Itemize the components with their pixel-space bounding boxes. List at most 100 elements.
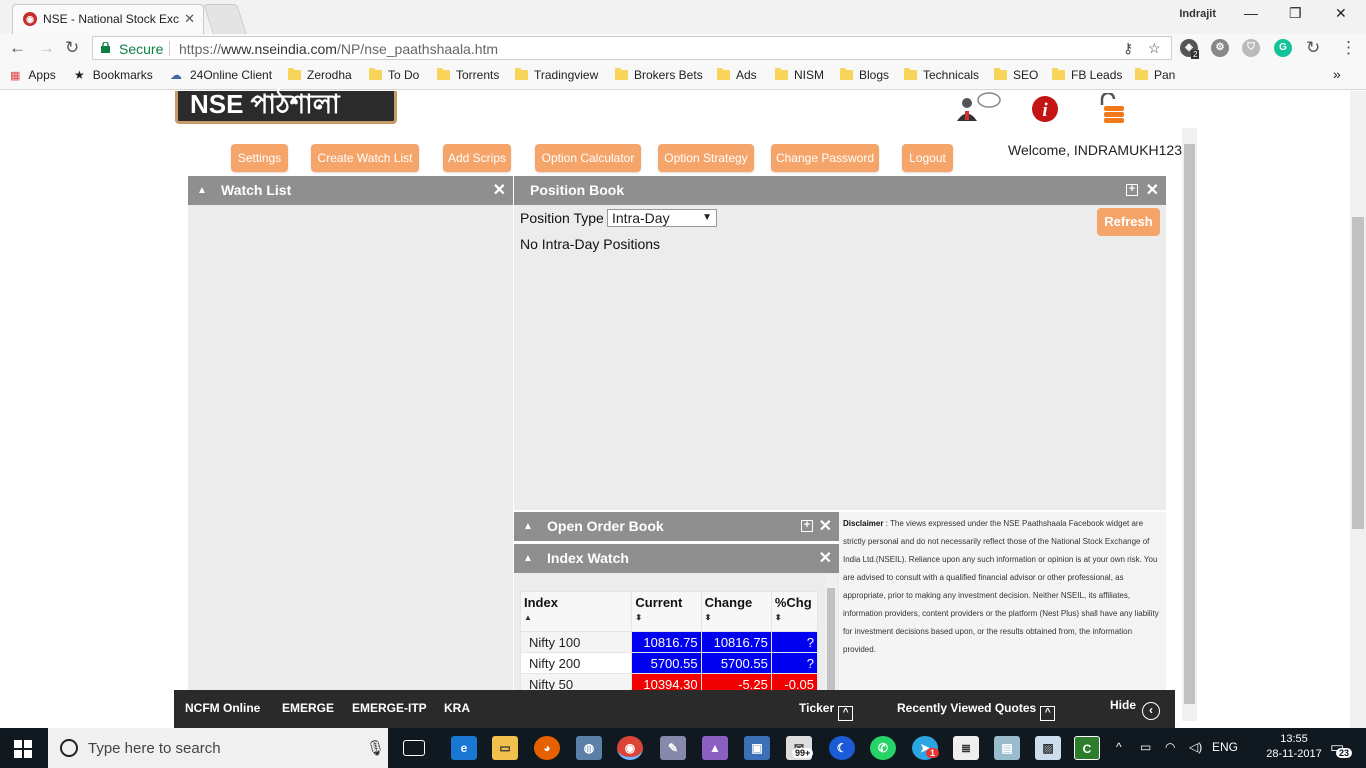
coins-lock-icon[interactable]: [1096, 93, 1130, 125]
bookmark-ads[interactable]: Ads: [717, 68, 757, 82]
firefox-icon[interactable]: ◕: [534, 736, 560, 760]
collapse-icon[interactable]: ▲: [523, 512, 533, 541]
window-scrollbar[interactable]: [1350, 91, 1366, 728]
bookmark-24online[interactable]: ☁ 24Online Client: [170, 68, 272, 82]
close-icon[interactable]: ✕: [819, 512, 832, 541]
edge-icon[interactable]: e: [451, 736, 477, 760]
column-header-pct-change[interactable]: %Chg ⬍: [770, 591, 819, 632]
sync-icon[interactable]: ↻: [1306, 38, 1320, 58]
bookmark-pan[interactable]: Pan: [1135, 68, 1175, 82]
taskbar-search-input[interactable]: Type here to search 🎙: [48, 728, 388, 768]
link-ncfm-online[interactable]: NCFM Online: [185, 701, 260, 715]
close-icon[interactable]: ✕: [1146, 176, 1159, 205]
close-icon[interactable]: ✕: [819, 544, 832, 573]
position-type-select[interactable]: Intra-Day ▼: [607, 209, 717, 227]
media-app-icon[interactable]: ▣: [744, 736, 770, 760]
bookmark-todo[interactable]: To Do: [369, 68, 419, 82]
create-watch-list-button[interactable]: Create Watch List: [311, 144, 419, 172]
content-scrollbar[interactable]: [1182, 128, 1197, 721]
ticker-toggle[interactable]: Ticker ^: [799, 701, 854, 721]
shield-icon[interactable]: ⛉: [1242, 39, 1260, 57]
sort-icon[interactable]: ⬍: [635, 613, 697, 622]
volume-icon[interactable]: ◁): [1189, 740, 1202, 754]
table-row[interactable]: Nifty 200 5700.55 5700.55 ?: [519, 652, 819, 674]
link-emerge[interactable]: EMERGE: [282, 701, 334, 715]
refresh-button[interactable]: Refresh: [1097, 208, 1160, 236]
grammarly-icon[interactable]: G: [1274, 39, 1292, 57]
bookmark-fb-leads[interactable]: FB Leads: [1052, 68, 1122, 82]
bookmark-technicals[interactable]: Technicals: [904, 68, 979, 82]
bookmark-nism[interactable]: NISM: [775, 68, 824, 82]
change-password-button[interactable]: Change Password: [771, 144, 879, 172]
column-header-change[interactable]: Change ⬍: [700, 591, 772, 632]
bookmark-zerodha[interactable]: Zerodha: [288, 68, 352, 82]
url-text[interactable]: https://www.nseindia.com/NP/nse_paathsha…: [179, 41, 498, 57]
key-icon[interactable]: ⚷: [1123, 40, 1133, 57]
reload-icon[interactable]: ↻: [65, 38, 79, 58]
triangle-app-icon[interactable]: ▲: [702, 736, 728, 760]
paint-icon[interactable]: ✎: [660, 736, 686, 760]
sort-icon[interactable]: ⬍: [705, 613, 768, 622]
windows-start-icon[interactable]: [14, 740, 32, 758]
new-tab-button[interactable]: [203, 4, 247, 34]
task-view-icon[interactable]: [403, 740, 425, 756]
tab-close-icon[interactable]: ✕: [184, 11, 195, 27]
whatsapp-icon[interactable]: ✆: [870, 736, 896, 760]
tray-chevron-icon[interactable]: ^: [1116, 740, 1122, 754]
window-scroll-thumb[interactable]: [1352, 217, 1364, 529]
forward-icon[interactable]: →: [38, 38, 55, 58]
image-viewer-icon[interactable]: ▨: [1035, 736, 1061, 760]
info-icon[interactable]: i: [1031, 95, 1059, 123]
collapse-icon[interactable]: ▲: [197, 176, 207, 205]
maximize-icon[interactable]: +: [1126, 184, 1138, 196]
bookmark-apps[interactable]: ▦ Apps: [10, 68, 56, 82]
notes-app-icon[interactable]: ▤: [994, 736, 1020, 760]
sort-asc-icon[interactable]: ▲: [524, 613, 628, 622]
language-indicator[interactable]: ENG: [1212, 740, 1238, 754]
add-scrips-button[interactable]: Add Scrips: [443, 144, 511, 172]
taskbar-clock[interactable]: 13:55 28-11-2017: [1263, 732, 1325, 762]
wifi-icon[interactable]: ◠: [1165, 740, 1175, 754]
option-calculator-button[interactable]: Option Calculator: [535, 144, 641, 172]
link-kra[interactable]: KRA: [444, 701, 470, 715]
collapse-icon[interactable]: ▲: [523, 544, 533, 573]
battery-icon[interactable]: ▭: [1140, 740, 1151, 754]
option-strategy-button[interactable]: Option Strategy: [658, 144, 754, 172]
content-scroll-thumb[interactable]: [1184, 144, 1195, 704]
address-bar[interactable]: Secure https://www.nseindia.com/NP/nse_p…: [92, 36, 1172, 60]
bookmark-tradingview[interactable]: Tradingview: [515, 68, 598, 82]
restore-icon[interactable]: ❐: [1289, 5, 1302, 22]
hide-button[interactable]: Hide ‹: [1110, 698, 1161, 720]
bookmarks-more-icon[interactable]: »: [1333, 66, 1341, 82]
network-app-icon[interactable]: ◍: [576, 736, 602, 760]
minimize-icon[interactable]: —: [1244, 5, 1258, 21]
notepad-icon[interactable]: ≣: [953, 736, 979, 760]
profile-name[interactable]: Indrajit: [1179, 8, 1216, 20]
tab-nse[interactable]: ◉ NSE - National Stock Exc ✕: [12, 4, 204, 34]
moon-app-icon[interactable]: ☾: [829, 736, 855, 760]
link-emerge-itp[interactable]: EMERGE-ITP: [352, 701, 427, 715]
camtasia-icon[interactable]: C: [1074, 736, 1100, 760]
bookmark-bookmarks[interactable]: ★ Bookmarks: [74, 68, 153, 82]
chat-user-icon[interactable]: [955, 91, 1001, 123]
maximize-icon[interactable]: +: [801, 520, 813, 532]
recently-viewed-quotes-toggle[interactable]: Recently Viewed Quotes ^: [897, 701, 1056, 721]
settings-button[interactable]: Settings: [231, 144, 288, 172]
index-watch-scroll-thumb[interactable]: [827, 588, 835, 694]
microphone-icon[interactable]: 🎙: [366, 739, 385, 757]
table-row[interactable]: Nifty 100 10816.75 10816.75 ?: [519, 631, 819, 653]
bookmark-brokers-bets[interactable]: Brokers Bets: [615, 68, 703, 82]
bookmark-star-icon[interactable]: ☆: [1148, 40, 1161, 57]
back-icon[interactable]: ←: [9, 38, 26, 58]
settings-extension-icon[interactable]: ⚙: [1211, 39, 1229, 57]
sort-icon[interactable]: ⬍: [775, 613, 814, 622]
bookmark-torrents[interactable]: Torrents: [437, 68, 499, 82]
column-header-index[interactable]: Index ▲: [519, 591, 633, 632]
logout-button[interactable]: Logout: [902, 144, 953, 172]
menu-icon[interactable]: ⋮: [1340, 38, 1357, 58]
bookmark-seo[interactable]: SEO: [994, 68, 1038, 82]
file-explorer-icon[interactable]: ▭: [492, 736, 518, 760]
close-icon[interactable]: ✕: [493, 176, 506, 205]
bookmark-blogs[interactable]: Blogs: [840, 68, 889, 82]
column-header-current[interactable]: Current ⬍: [631, 591, 702, 632]
